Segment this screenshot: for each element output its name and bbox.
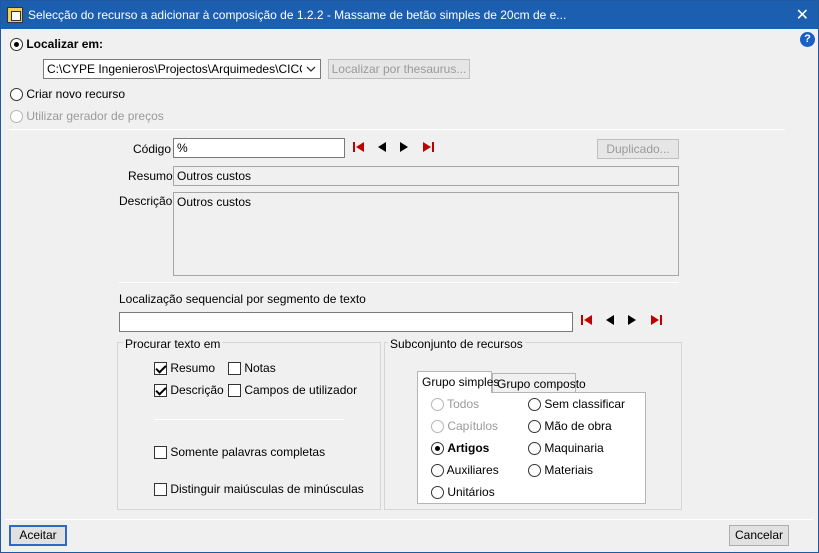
todos-label: Todos: [447, 397, 480, 411]
prev-record-icon[interactable]: [378, 142, 386, 152]
path-select-value: C:\CYPE Ingenieros\Projectos\Arquimedes\…: [47, 62, 321, 76]
mao-de-obra-option[interactable]: Mão de obra: [528, 419, 612, 434]
sequential-label: Localização sequencial por segmento de t…: [119, 292, 366, 306]
capitulos-option[interactable]: Capítulos: [431, 419, 499, 434]
maiusculas-option[interactable]: Distinguir maiúsculas de minúsculas: [154, 482, 364, 497]
descricao-label: Descrição: [119, 194, 173, 208]
aceitar-button[interactable]: Aceitar: [9, 525, 67, 546]
localizar-radio[interactable]: Localizar em:: [10, 37, 104, 52]
divider: [9, 129, 785, 130]
materiais-label: Materiais: [544, 463, 594, 477]
criar-label: Criar novo recurso: [26, 87, 126, 101]
capitulos-radio[interactable]: [431, 420, 444, 434]
subconjunto-title: Subconjunto de recursos: [388, 337, 525, 351]
help-icon[interactable]: ?: [800, 32, 815, 47]
resumo-option-label: Resumo: [170, 361, 216, 375]
descricao-checkbox[interactable]: [154, 384, 167, 398]
unitarios-radio[interactable]: [431, 486, 444, 500]
localizar-label: Localizar em:: [26, 37, 104, 51]
close-icon[interactable]: ✕: [796, 5, 809, 25]
descricao-field: Outros custos: [173, 192, 679, 276]
last-record-icon[interactable]: [423, 142, 434, 152]
maiusculas-checkbox[interactable]: [154, 483, 167, 497]
materiais-radio[interactable]: [528, 464, 541, 478]
title-bar: Selecção do recurso a adicionar à compos…: [1, 1, 818, 29]
codigo-label: Código: [133, 142, 172, 156]
mao-de-obra-label: Mão de obra: [544, 419, 612, 433]
todos-radio[interactable]: [431, 398, 444, 412]
prev-match-icon[interactable]: [606, 315, 614, 325]
notas-option[interactable]: Notas: [228, 361, 276, 376]
thesaurus-button[interactable]: Localizar por thesaurus...: [328, 59, 470, 79]
divider: [154, 419, 344, 420]
sequential-search-input[interactable]: [119, 312, 573, 332]
todos-option[interactable]: Todos: [431, 397, 480, 412]
sem-classificar-label: Sem classificar: [544, 397, 626, 411]
palavras-checkbox[interactable]: [154, 446, 167, 460]
first-match-icon[interactable]: [581, 315, 592, 325]
campos-option[interactable]: Campos de utilizador: [228, 383, 358, 398]
gerador-radio-control[interactable]: [10, 110, 23, 124]
auxiliares-radio[interactable]: [431, 464, 444, 478]
sequential-nav: [581, 313, 666, 327]
sem-classificar-option[interactable]: Sem classificar: [528, 397, 626, 412]
maquinaria-option[interactable]: Maquinaria: [528, 441, 604, 456]
window-title: Selecção do recurso a adicionar à compos…: [28, 8, 567, 22]
localizar-radio-control[interactable]: [10, 38, 23, 52]
cancelar-button[interactable]: Cancelar: [729, 525, 789, 546]
artigos-label: Artigos: [447, 441, 490, 455]
maquinaria-radio[interactable]: [528, 442, 541, 456]
resumo-option[interactable]: Resumo: [154, 361, 216, 376]
codigo-nav: [353, 140, 438, 154]
next-record-icon[interactable]: [400, 142, 408, 152]
campos-option-label: Campos de utilizador: [244, 383, 358, 397]
app-icon: [7, 7, 23, 23]
resumo-field: Outros custos: [173, 166, 679, 186]
duplicado-button[interactable]: Duplicado...: [597, 139, 679, 159]
criar-radio-control[interactable]: [10, 88, 23, 102]
maquinaria-label: Maquinaria: [544, 441, 604, 455]
gerador-label: Utilizar gerador de preços: [26, 109, 164, 123]
resumo-checkbox[interactable]: [154, 362, 167, 376]
first-record-icon[interactable]: [353, 142, 364, 152]
next-match-icon[interactable]: [628, 315, 636, 325]
auxiliares-label: Auxiliares: [446, 463, 499, 477]
chevron-down-icon[interactable]: [302, 60, 320, 78]
notas-checkbox[interactable]: [228, 362, 241, 376]
unitarios-label: Unitários: [447, 485, 495, 499]
notas-option-label: Notas: [244, 361, 276, 375]
path-select[interactable]: C:\CYPE Ingenieros\Projectos\Arquimedes\…: [43, 59, 321, 79]
maiusculas-option-label: Distinguir maiúsculas de minúsculas: [170, 482, 364, 496]
artigos-radio[interactable]: [431, 442, 444, 456]
last-match-icon[interactable]: [651, 315, 662, 325]
codigo-input[interactable]: %: [173, 138, 345, 158]
unitarios-option[interactable]: Unitários: [431, 485, 495, 500]
palavras-option[interactable]: Somente palavras completas: [154, 445, 326, 460]
sem-classificar-radio[interactable]: [528, 398, 541, 412]
campos-checkbox[interactable]: [228, 384, 241, 398]
tab-grupo-composto[interactable]: Grupo composto: [492, 373, 586, 393]
divider: [119, 282, 679, 283]
palavras-option-label: Somente palavras completas: [170, 445, 326, 459]
descricao-option-label: Descrição: [170, 383, 224, 397]
criar-radio[interactable]: Criar novo recurso: [10, 87, 126, 102]
descricao-option[interactable]: Descrição: [154, 383, 224, 398]
mao-de-obra-radio[interactable]: [528, 420, 541, 434]
procurar-title: Procurar texto em: [123, 337, 223, 351]
tab-grupo-simples[interactable]: Grupo simples: [417, 371, 499, 393]
materiais-option[interactable]: Materiais: [528, 463, 594, 478]
resumo-label: Resumo: [128, 169, 173, 183]
divider: [5, 519, 813, 520]
dialog-window: Selecção do recurso a adicionar à compos…: [0, 0, 819, 553]
capitulos-label: Capítulos: [447, 419, 499, 433]
gerador-radio[interactable]: Utilizar gerador de preços: [10, 109, 164, 124]
artigos-option[interactable]: Artigos: [431, 441, 490, 456]
auxiliares-option[interactable]: Auxiliares: [431, 463, 499, 478]
